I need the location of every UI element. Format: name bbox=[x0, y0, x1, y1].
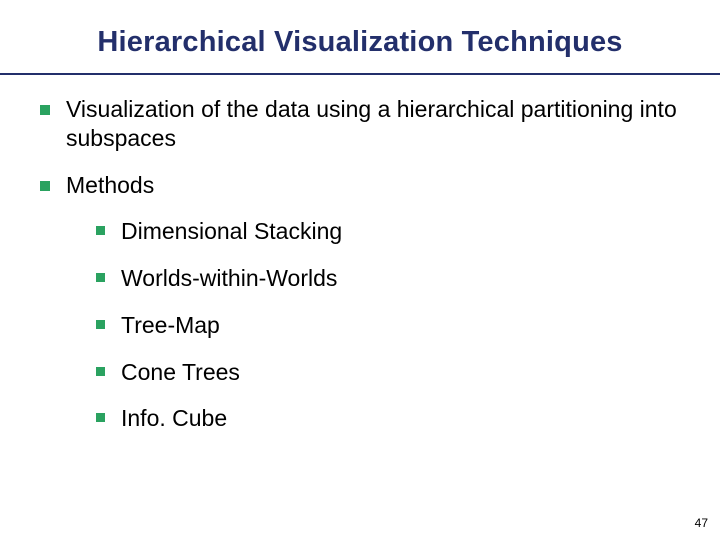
square-bullet-icon bbox=[96, 273, 105, 282]
bullet-text: Tree-Map bbox=[121, 311, 684, 340]
bullet-text: Cone Trees bbox=[121, 358, 684, 387]
bullet-text: Dimensional Stacking bbox=[121, 217, 684, 246]
bullet-text: Visualization of the data using a hierar… bbox=[66, 95, 684, 153]
sub-bullet-item: Cone Trees bbox=[96, 358, 684, 387]
bullet-text: Methods bbox=[66, 171, 684, 200]
bullet-text: Worlds-within-Worlds bbox=[121, 264, 684, 293]
square-bullet-icon bbox=[96, 226, 105, 235]
sub-bullet-item: Tree-Map bbox=[96, 311, 684, 340]
bullet-item-methods: Methods bbox=[40, 171, 684, 200]
sub-bullet-item: Dimensional Stacking bbox=[96, 217, 684, 246]
square-bullet-icon bbox=[96, 367, 105, 376]
square-bullet-icon bbox=[40, 181, 50, 191]
slide: Hierarchical Visualization Techniques Vi… bbox=[0, 0, 720, 540]
square-bullet-icon bbox=[96, 413, 105, 422]
square-bullet-icon bbox=[40, 105, 50, 115]
slide-title: Hierarchical Visualization Techniques bbox=[0, 0, 720, 69]
square-bullet-icon bbox=[96, 320, 105, 329]
slide-body: Visualization of the data using a hierar… bbox=[0, 75, 720, 433]
bullet-item-intro: Visualization of the data using a hierar… bbox=[40, 95, 684, 153]
sub-bullet-item: Worlds-within-Worlds bbox=[96, 264, 684, 293]
bullet-text: Info. Cube bbox=[121, 404, 684, 433]
sub-bullet-item: Info. Cube bbox=[96, 404, 684, 433]
page-number: 47 bbox=[695, 516, 708, 530]
